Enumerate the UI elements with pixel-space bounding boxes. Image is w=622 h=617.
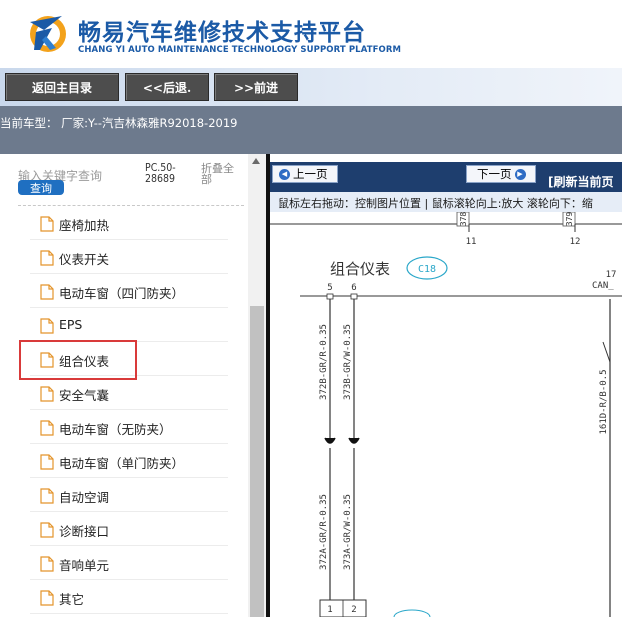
viewer-hint-text: 鼠标左右拖动：控制图片位置 | 鼠标滚轮向上:放大 滚轮向下：缩 [278,197,593,210]
current-vehicle-text: 当前车型： 厂家:Y--汽吉林森雅R92018-2019 [0,116,238,130]
vehicle-info-bar: 当前车型： 厂家:Y--汽吉林森雅R92018-2019 [0,106,622,154]
document-icon [40,454,54,470]
component-title: 组合仪表 [330,260,390,278]
net-label-can: CAN_ [592,281,614,291]
document-icon [40,420,54,436]
refresh-page-link[interactable]: [刷新当前页 [548,173,614,190]
document-icon [40,352,54,368]
document-icon [40,386,54,402]
pin-label-2: 2 [351,605,356,615]
plug-symbol-icon [348,437,360,444]
pin-label-12: 12 [570,237,581,247]
sidebar-item-label: 自动空调 [59,490,110,505]
wire-label-372A: 372A-GR/R-0.35 [319,494,329,570]
sidebar-item-label: 电动车窗（单门防夹） [59,456,185,471]
next-page-label: 下一页 [477,167,512,181]
sidebar-item-label: 电动车窗（四门防夹） [59,286,185,301]
scroll-up-arrow-icon[interactable] [252,158,260,164]
sidebar-item-label: EPS [59,317,83,332]
query-button[interactable]: 查询 [18,180,64,195]
collapse-all-link[interactable]: 折叠全部 [201,163,241,185]
plug-symbol-icon [324,437,336,444]
sidebar-item-seat-heating[interactable]: 座椅加热 [0,206,248,240]
document-icon [40,250,54,266]
brand-subtitle: CHANG YI AUTO MAINTENANCE TECHNOLOGY SUP… [78,45,402,55]
pin-label-1: 1 [327,605,332,615]
connector-badge-partial [393,609,431,617]
pin-label-6: 6 [351,283,356,293]
brand-logo-icon [30,16,66,52]
brand-title: 畅易汽车维修技术支持平台 [78,20,366,46]
sidebar-item-label: 仪表开关 [59,252,110,267]
sidebar-item-eps[interactable]: EPS [0,308,248,342]
sidebar-item-airbag[interactable]: 安全气囊 [0,376,248,410]
document-icon [40,216,54,232]
sidebar-item-label: 组合仪表 [59,354,110,369]
back-button[interactable]: <<后退. [125,73,209,101]
document-icon [40,590,54,606]
pin-label-5: 5 [327,283,332,293]
next-page-button[interactable]: 下一页 ▶ [466,165,536,183]
diagram-viewer: ◀ 上一页 下一页 ▶ [刷新当前页 鼠标左右拖动：控制图片位置 | 鼠标滚轮向… [270,154,622,617]
wire-label-161D: 161D-R/B-0.5 [599,369,609,434]
scroll-thumb[interactable] [250,306,264,617]
connector-label: C18 [418,264,436,275]
sidebar-item-label: 诊断接口 [59,524,110,539]
pin-label-11: 11 [466,237,477,247]
prev-page-label: 上一页 [293,167,328,181]
document-code: PC.50-28689 [145,162,176,185]
sidebar-item-diagnostic-port[interactable]: 诊断接口 [0,512,248,546]
sidebar-panel: 输入关键字查询 查询 PC.50-28689 折叠全部 座椅加热 仪表开关 电动… [0,154,268,617]
sidebar-item-instrument-switch[interactable]: 仪表开关 [0,240,248,274]
app-header: 畅易汽车维修技术支持平台 CHANG YI AUTO MAINTENANCE T… [0,0,622,68]
ref-label-378: 378 [459,212,468,226]
sidebar-item-label: 安全气囊 [59,388,110,403]
sidebar-item-label: 座椅加热 [59,218,110,233]
wire-label-373B: 373B-GR/W-0.35 [343,324,353,400]
sidebar-item-label: 其它 [59,592,85,607]
arrow-left-icon: ◀ [279,168,290,180]
viewer-toolbar: ◀ 上一页 下一页 ▶ [刷新当前页 [270,162,622,192]
wire-label-373A: 373A-GR/W-0.35 [343,494,353,570]
document-icon [40,488,54,504]
sidebar-item-power-window-single[interactable]: 电动车窗（单门防夹） [0,444,248,478]
arrow-right-icon: ▶ [514,168,526,180]
pin-label-17: 17 [606,270,617,280]
viewer-hint-bar: 鼠标左右拖动：控制图片位置 | 鼠标滚轮向上:放大 滚轮向下：缩 [270,192,622,212]
sidebar-item-auto-ac[interactable]: 自动空调 [0,478,248,512]
prev-page-button[interactable]: ◀ 上一页 [272,165,338,183]
document-icon [40,522,54,538]
sidebar-item-power-window-4door[interactable]: 电动车窗（四门防夹） [0,274,248,308]
document-icon [40,284,54,300]
sidebar-item-other[interactable]: 其它 [0,580,248,614]
document-icon [40,556,54,572]
document-icon [40,318,54,334]
sidebar-item-audio-unit[interactable]: 音响单元 [0,546,248,580]
wire-label-372B: 372B-GR/R-0.35 [319,324,329,400]
home-button[interactable]: 返回主目录 [5,73,119,101]
ref-label-379: 379 [565,212,574,226]
sidebar-item-label: 音响单元 [59,558,110,573]
forward-button[interactable]: >>前进 [214,73,298,101]
main-toolbar: 返回主目录 <<后退. >>前进 [0,68,622,106]
sidebar-item-instrument-cluster[interactable]: 组合仪表 [0,342,248,376]
sidebar-scrollbar[interactable] [248,154,266,617]
wiring-diagram[interactable]: 378 379 11 12 组合仪表 C18 5 6 17 CAN_ 372B-… [270,212,622,617]
sidebar-item-power-window-no-pinch[interactable]: 电动车窗（无防夹） [0,410,248,444]
sidebar-item-label: 电动车窗（无防夹） [59,422,172,437]
